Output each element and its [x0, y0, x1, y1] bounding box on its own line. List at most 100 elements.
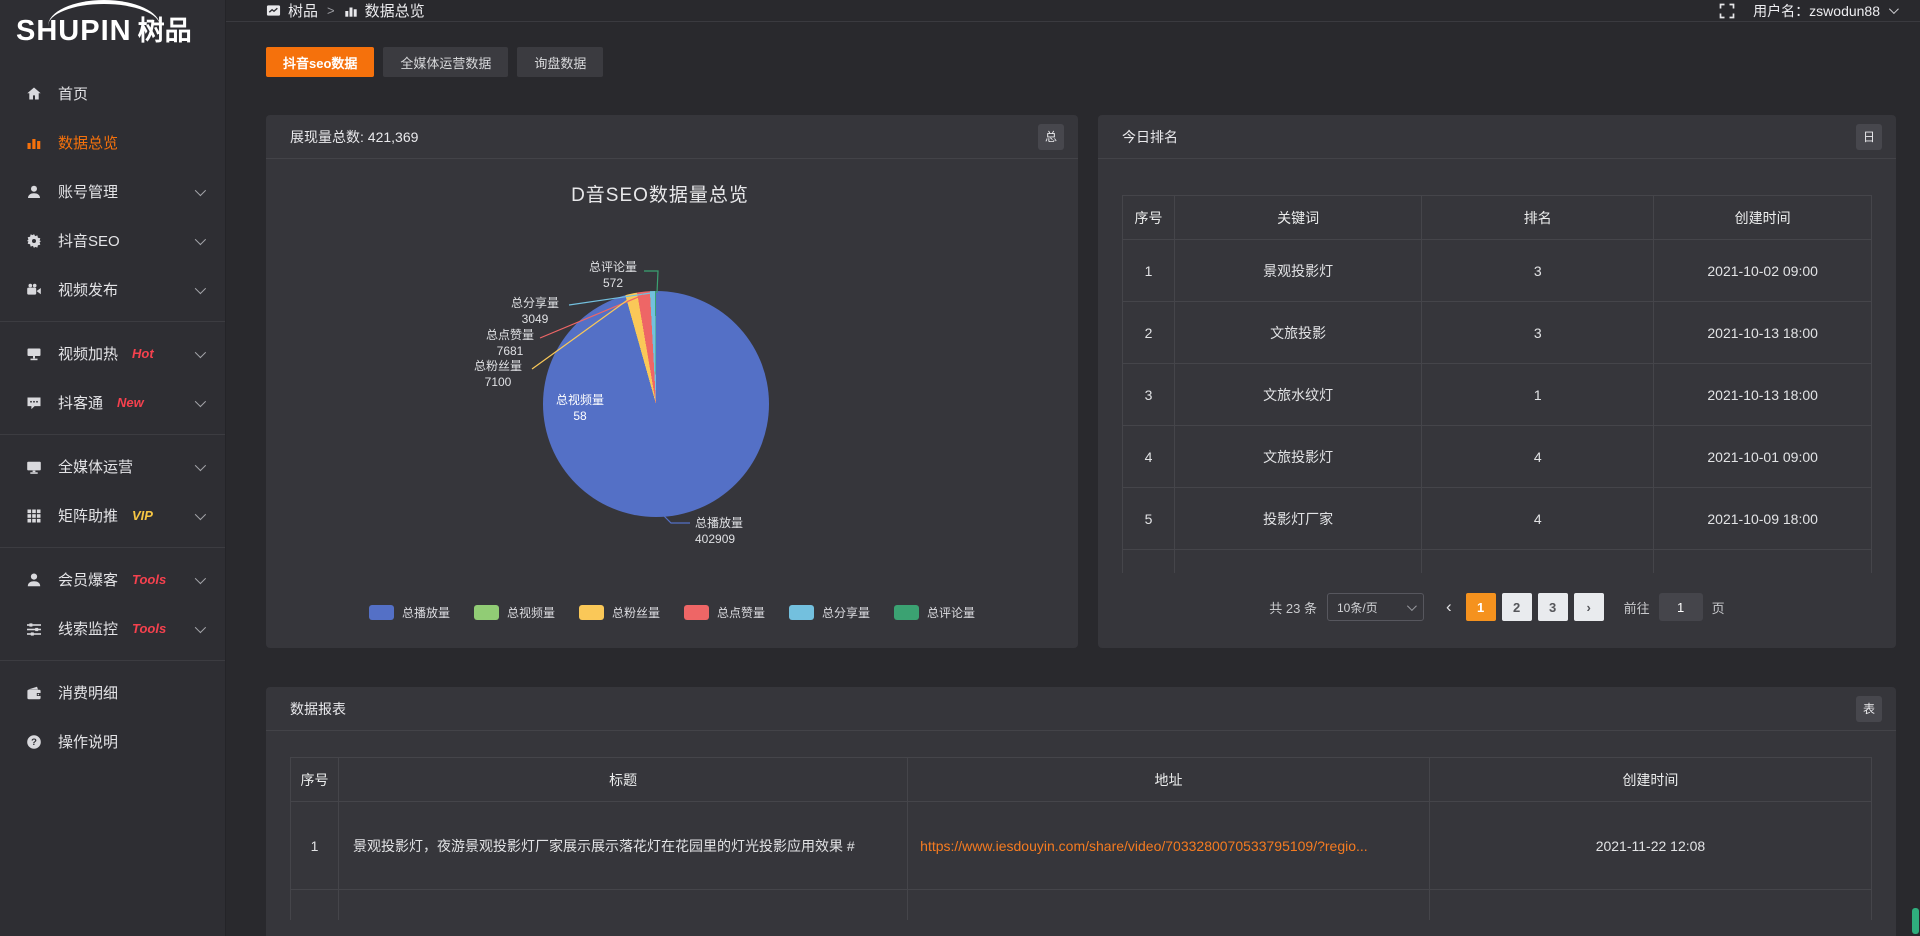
sidebar-item-member-burst[interactable]: 会员爆客 Tools [0, 555, 225, 604]
column-header: 序号 [1123, 196, 1175, 240]
data-report-card: 数据报表 表 序号 标题 地址 创建时间 [266, 687, 1896, 936]
day-badge-button[interactable]: 日 [1856, 124, 1882, 150]
sidebar-item-instructions[interactable]: ? 操作说明 [0, 717, 225, 766]
table-row: 3 文旅水纹灯 1 2021-10-13 18:00 [1123, 364, 1872, 426]
sidebar-divider [0, 321, 225, 322]
sidebar-item-consumption-detail[interactable]: 消费明细 [0, 668, 225, 717]
column-header: 创建时间 [1429, 758, 1871, 802]
sidebar-item-home[interactable]: 首页 [0, 69, 225, 118]
sidebar-item-data-overview[interactable]: 数据总览 [0, 118, 225, 167]
bar-chart-icon [344, 4, 358, 18]
video-link[interactable]: https://www.iesdouyin.com/share/video/70… [920, 838, 1368, 854]
table-header-row: 序号 标题 地址 创建时间 [291, 758, 1872, 802]
sidebar-item-video-publish[interactable]: 视频发布 [0, 265, 225, 314]
sidebar-item-douyin-seo[interactable]: 抖音SEO [0, 216, 225, 265]
sidebar-item-label: 消费明细 [58, 682, 118, 703]
sidebar-item-account[interactable]: 账号管理 [0, 167, 225, 216]
prev-page-button[interactable]: ‹ [1442, 597, 1456, 617]
sidebar-divider [0, 547, 225, 548]
tab-media-operation-data[interactable]: 全媒体运营数据 [383, 47, 508, 77]
total-badge-button[interactable]: 总 [1038, 124, 1064, 150]
card-header: 展现量总数: 421,369 总 [266, 115, 1078, 159]
pie-leader-lines [266, 159, 1078, 647]
tab-douyin-seo-data[interactable]: 抖音seo数据 [266, 47, 374, 77]
sidebar-item-label: 抖音SEO [58, 230, 120, 251]
table-row: 5 投影灯厂家 4 2021-10-09 18:00 [1123, 488, 1872, 550]
sidebar-item-label: 会员爆客 [58, 569, 118, 590]
monitor-icon [26, 459, 44, 475]
data-source-tabs: 抖音seo数据 全媒体运营数据 询盘数据 [266, 47, 1896, 77]
column-header: 序号 [291, 758, 339, 802]
app-root: SHUPIN树品 首页 数据总览 账号管理 抖音SEO [0, 0, 1920, 936]
vip-tag: VIP [132, 508, 153, 523]
goto-page: 前往 页 [1624, 593, 1725, 621]
fullscreen-icon[interactable] [1719, 3, 1735, 19]
legend-item-plays[interactable]: 总播放量 [369, 604, 450, 621]
sidebar-item-label: 视频发布 [58, 279, 118, 300]
sidebar-item-label: 抖客通 [58, 392, 103, 413]
chart-legend: 总播放量 总视频量 总粉丝量 总点赞量 总分享量 总评论量 [266, 604, 1078, 621]
impressions-total-label: 展现量总数: 421,369 [290, 127, 418, 147]
pie-label-comments: 总评论量572 [589, 259, 637, 291]
person-icon [26, 572, 44, 588]
sidebar-item-media-operation[interactable]: 全媒体运营 [0, 442, 225, 491]
svg-text:?: ? [31, 737, 37, 748]
goto-page-input[interactable] [1659, 593, 1703, 621]
page-button-3[interactable]: 3 [1538, 593, 1568, 621]
legend-item-shares[interactable]: 总分享量 [789, 604, 870, 621]
chevron-down-icon [1407, 601, 1417, 611]
pie-label-shares: 总分享量3049 [511, 295, 559, 327]
card-header: 数据报表 表 [266, 687, 1896, 731]
breadcrumb-root[interactable]: 树品 [266, 0, 318, 21]
sidebar-item-video-heat[interactable]: 视频加热 Hot [0, 329, 225, 378]
sidebar-item-label: 全媒体运营 [58, 456, 133, 477]
video-title-cell: 景观投影灯，夜游景观投影灯厂家展示展示落花灯在花园里的灯光投影应用效果 # [339, 802, 908, 890]
column-header: 标题 [339, 758, 908, 802]
main-column: 树品 > 数据总览 用户名：zswodun88 [226, 0, 1920, 936]
chevron-down-icon [195, 459, 206, 470]
page-button-2[interactable]: 2 [1502, 593, 1532, 621]
page-button-1[interactable]: 1 [1466, 593, 1496, 621]
content: 抖音seo数据 全媒体运营数据 询盘数据 展现量总数: 421,369 总 D音… [226, 22, 1920, 936]
hot-tag: Hot [132, 346, 154, 361]
table-header-row: 序号 关键词 排名 创建时间 [1123, 196, 1872, 240]
new-tag: New [117, 395, 144, 410]
goto-unit: 页 [1712, 598, 1725, 617]
legend-item-fans[interactable]: 总粉丝量 [579, 604, 660, 621]
chevron-down-icon [195, 395, 206, 406]
next-page-button[interactable]: › [1574, 593, 1604, 621]
screen-heat-icon [26, 346, 44, 362]
sidebar-item-label: 操作说明 [58, 731, 118, 752]
table-badge-button[interactable]: 表 [1856, 696, 1882, 722]
video-url-cell: https://www.iesdouyin.com/share/video/70… [908, 802, 1430, 890]
legend-swatch [579, 605, 604, 620]
sidebar-item-doukestong[interactable]: 抖客通 New [0, 378, 225, 427]
user-menu[interactable]: 用户名：zswodun88 [1753, 1, 1896, 21]
legend-swatch [474, 605, 499, 620]
sidebar-item-lead-monitor[interactable]: 线索监控 Tools [0, 604, 225, 653]
legend-item-comments[interactable]: 总评论量 [894, 604, 975, 621]
question-circle-icon: ? [26, 734, 44, 750]
pie-chart-area: D音SEO数据量总览 总评论量572 [266, 159, 1078, 647]
breadcrumb-current[interactable]: 数据总览 [344, 0, 425, 21]
tab-inquiry-data[interactable]: 询盘数据 [517, 47, 603, 77]
legend-swatch [369, 605, 394, 620]
legend-item-likes[interactable]: 总点赞量 [684, 604, 765, 621]
breadcrumb-root-label: 树品 [288, 0, 318, 21]
chevron-down-icon [195, 621, 206, 632]
sidebar-item-matrix-boost[interactable]: 矩阵助推 VIP [0, 491, 225, 540]
page-size-select[interactable]: 10条/页 [1327, 593, 1424, 621]
pagination: 共 23 条 10条/页 ‹ 1 2 3 › 前 [1098, 593, 1896, 621]
goto-label: 前往 [1624, 598, 1650, 617]
chevron-down-icon [195, 184, 206, 195]
table-row: 4 文旅投影灯 4 2021-10-01 09:00 [1123, 426, 1872, 488]
legend-item-videos[interactable]: 总视频量 [474, 604, 555, 621]
legend-swatch [789, 605, 814, 620]
logo-mark: SHUPIN树品 [16, 9, 192, 48]
column-header: 地址 [908, 758, 1430, 802]
app-logo: SHUPIN树品 [0, 0, 225, 57]
table-row: 1 景观投影灯，夜游景观投影灯厂家展示展示落花灯在花园里的灯光投影应用效果 # … [291, 802, 1872, 890]
chevron-down-icon [195, 572, 206, 583]
ranking-card-title: 今日排名 [1122, 127, 1178, 147]
page-scrollbar-thumb[interactable] [1912, 908, 1919, 934]
